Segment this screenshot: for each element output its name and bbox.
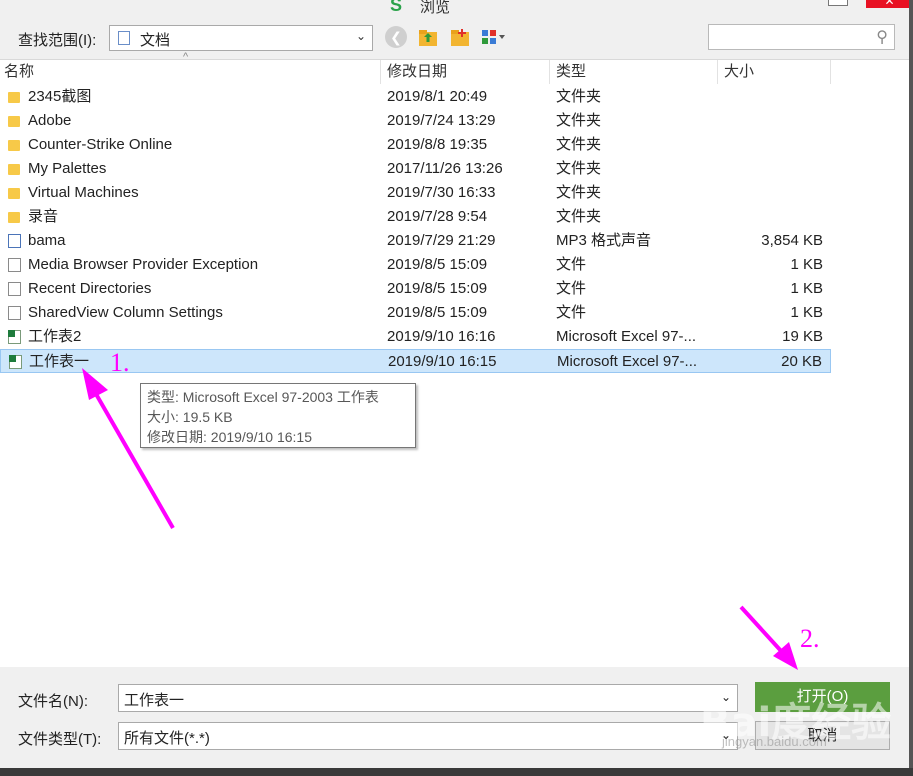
taskbar-edge	[0, 768, 913, 776]
filename-value: 工作表一	[124, 692, 185, 709]
annotation-arrow-1	[82, 368, 175, 529]
filename-input[interactable]: 工作表一 ⌄	[118, 684, 738, 712]
filetype-value: 所有文件(*.*)	[124, 730, 210, 747]
filename-label: 文件名(N):	[18, 693, 88, 710]
annotation-arrow-2	[739, 605, 798, 670]
filetype-label: 文件类型(T):	[18, 731, 102, 748]
window-edge	[909, 0, 913, 776]
filetype-dropdown[interactable]: 所有文件(*.*) ⌄	[118, 722, 738, 750]
baidu-watermark-url: jingyan.baidu.com	[722, 734, 827, 749]
annotation-step-2: 2.	[800, 624, 820, 653]
annotation-overlay	[82, 368, 798, 670]
annotation-step-1: 1.	[110, 348, 130, 377]
